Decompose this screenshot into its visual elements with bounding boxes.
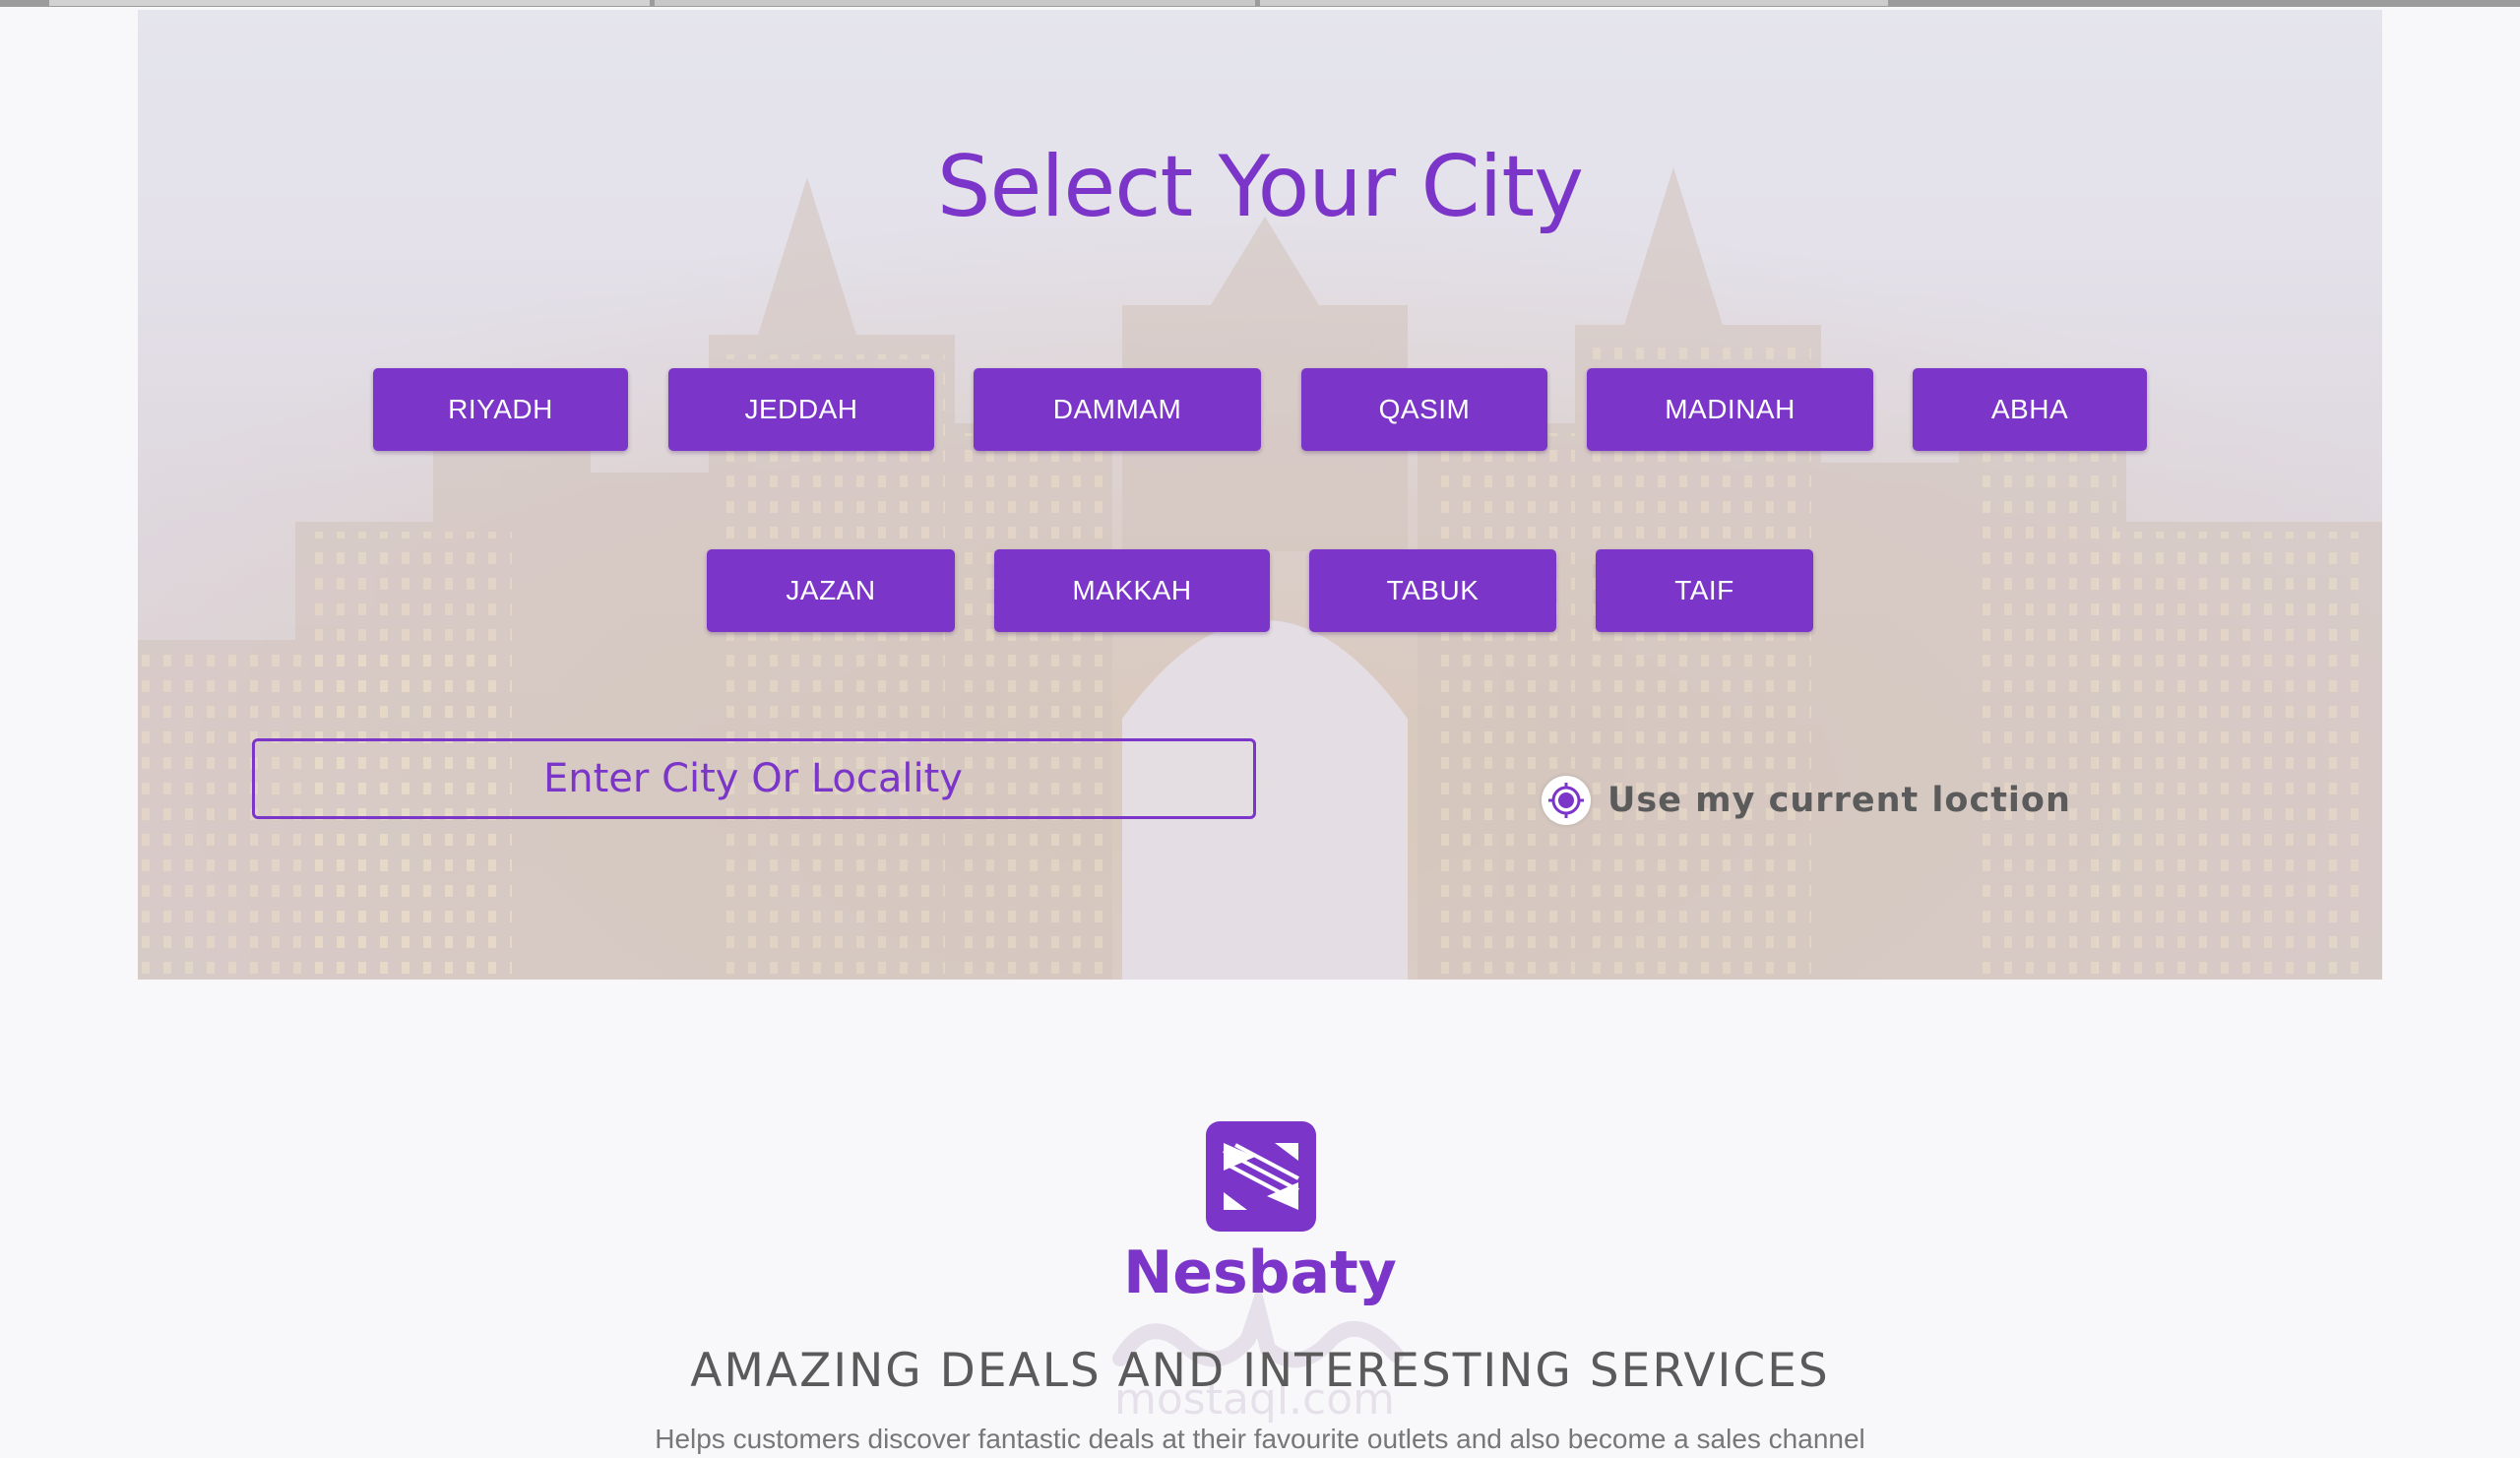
city-button-madinah[interactable]: MADINAH — [1587, 368, 1873, 451]
browser-tab-strip — [0, 0, 2520, 7]
search-placeholder: Enter City Or Locality — [543, 756, 963, 801]
city-button-makkah[interactable]: MAKKAH — [994, 549, 1270, 632]
city-button-abha[interactable]: ABHA — [1913, 368, 2147, 451]
city-button-tabuk[interactable]: TABUK — [1309, 549, 1556, 632]
city-selector-hero: Select Your City RIYADH JEDDAH DAMMAM QA… — [138, 10, 2382, 980]
browser-tab[interactable] — [1260, 0, 1888, 6]
city-button-riyadh[interactable]: RIYADH — [373, 368, 628, 451]
city-button-qasim[interactable]: QASIM — [1301, 368, 1547, 451]
use-current-location-button[interactable]: Use my current loction — [1542, 771, 2071, 830]
city-search-input[interactable]: Enter City Or Locality — [252, 738, 1256, 819]
description-text: Helps customers discover fantastic deals… — [655, 1424, 1865, 1454]
nesbaty-logo-icon — [1206, 1121, 1316, 1232]
location-label: Use my current loction — [1607, 781, 2071, 820]
city-button-taif[interactable]: TAIF — [1596, 549, 1813, 632]
page-title: Select Your City — [936, 138, 1584, 236]
browser-tab[interactable] — [49, 0, 650, 6]
city-button-jeddah[interactable]: JEDDAH — [668, 368, 934, 451]
city-button-jazan[interactable]: JAZAN — [707, 549, 955, 632]
tagline-heading: AMAZING DEALS AND INTERESTING SERVICES — [690, 1344, 1830, 1398]
browser-tab[interactable] — [655, 0, 1255, 6]
crosshair-icon — [1542, 776, 1591, 825]
city-button-dammam[interactable]: DAMMAM — [974, 368, 1261, 451]
